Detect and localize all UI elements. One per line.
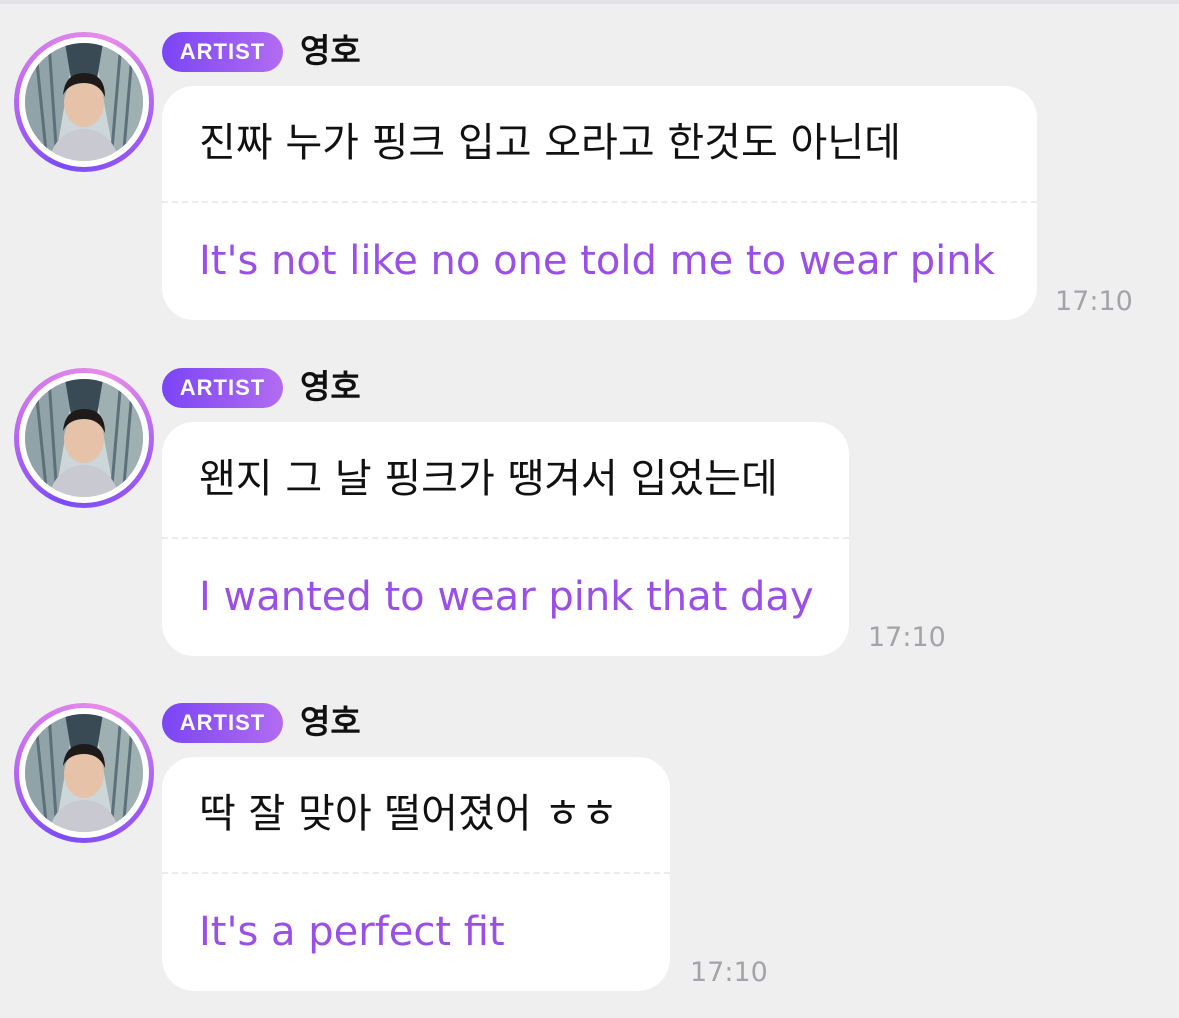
message-original-text: 왠지 그 날 핑크가 땡겨서 입었는데 [199,456,778,502]
sender-name: 영호 [300,367,361,406]
message-original-text: 딱 잘 맞아 떨어졌어 ㅎㅎ [199,791,618,837]
message-original-text: 진짜 누가 핑크 입고 오라고 한것도 아닌데 [199,120,901,166]
artist-avatar[interactable] [14,32,154,172]
artist-badge: ARTIST [162,32,283,72]
message-bubble[interactable]: 딱 잘 맞아 떨어졌어 ㅎㅎ It's a perfect fit [162,757,670,991]
chat-message: ARTIST 영호 진짜 누가 핑크 입고 오라고 한것도 아닌데 It's n… [0,0,1179,320]
message-translation-text: It's a perfect fit [199,909,505,955]
chat-view: ARTIST 영호 진짜 누가 핑크 입고 오라고 한것도 아닌데 It's n… [0,0,1179,1018]
artist-avatar[interactable] [14,368,154,508]
message-bubble[interactable]: 진짜 누가 핑크 입고 오라고 한것도 아닌데 It's not like no… [162,86,1037,320]
message-timestamp: 17:10 [690,957,768,988]
avatar-photo [25,714,143,832]
message-timestamp: 17:10 [868,622,946,653]
artist-badge: ARTIST [162,368,283,408]
message-translation-text: I wanted to wear pink that day [199,574,814,620]
artist-badge: ARTIST [162,703,283,743]
chat-message: ARTIST 영호 왠지 그 날 핑크가 땡겨서 입었는데 I wanted t… [0,336,1179,656]
bubble-divider [162,872,670,874]
message-translation-text: It's not like no one told me to wear pin… [199,238,995,284]
artist-avatar[interactable] [14,703,154,843]
message-bubble[interactable]: 왠지 그 날 핑크가 땡겨서 입었는데 I wanted to wear pin… [162,422,849,656]
avatar-photo [25,43,143,161]
message-timestamp: 17:10 [1055,286,1133,317]
sender-name: 영호 [300,31,361,70]
bubble-divider [162,201,1037,203]
chat-message: ARTIST 영호 딱 잘 맞아 떨어졌어 ㅎㅎ It's a perfect … [0,671,1179,991]
sender-name: 영호 [300,702,361,741]
bubble-divider [162,537,849,539]
avatar-photo [25,379,143,497]
